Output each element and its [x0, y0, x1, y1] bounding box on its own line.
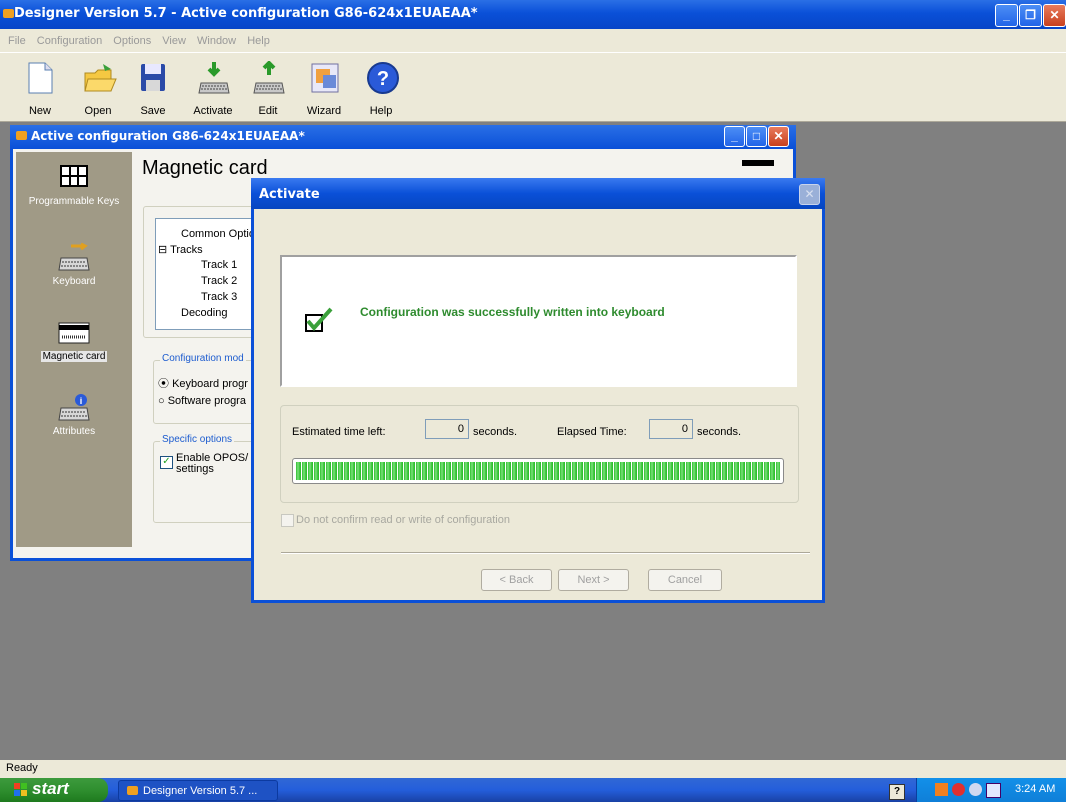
status-bar: Ready [0, 760, 1066, 778]
category-nav: Programmable Keys Keyboard Magnetic card… [16, 152, 132, 547]
estimated-time-label: Estimated time left: [292, 426, 386, 438]
tree-track-1[interactable]: Track 1 [201, 259, 237, 271]
magnetic-card-header-icon [742, 160, 774, 166]
keyboard-download-icon [198, 61, 230, 95]
options-tree[interactable]: Common Optio ⊟ Tracks Track 1 Track 2 Tr… [155, 218, 257, 330]
child-maximize-icon[interactable]: □ [746, 126, 767, 147]
help-question-icon: ? [366, 61, 399, 95]
back-button[interactable]: < Back [481, 569, 552, 591]
configuration-mode-group: Configuration mod ⦿ Keyboard progr ○ Sof… [153, 353, 260, 424]
nav-magnetic-card[interactable]: Magnetic card [16, 317, 132, 362]
restore-icon[interactable]: ❐ [1019, 4, 1042, 27]
floppy-disk-icon [138, 61, 168, 95]
start-button[interactable]: start [0, 778, 108, 802]
menu-configuration[interactable]: Configuration [33, 29, 106, 47]
specific-options-group: Specific options ✓ Enable OPOS/ settings [153, 434, 260, 523]
tree-tracks[interactable]: ⊟ Tracks [158, 243, 203, 256]
clock: 3:24 AM [1015, 783, 1056, 795]
progress-group [280, 405, 799, 503]
elapsed-time-value: 0 [649, 419, 693, 439]
attributes-icon: i [57, 392, 91, 422]
new-button[interactable]: New [20, 61, 60, 117]
progress-bar [292, 458, 784, 484]
open-button[interactable]: Open [78, 61, 118, 117]
success-message: Configuration was successfully written i… [360, 305, 665, 319]
window-title: Designer Version 5.7 - Active configurat… [14, 6, 478, 21]
child-close-icon[interactable]: ✕ [768, 126, 789, 147]
svg-text:?: ? [377, 68, 389, 90]
nav-keyboard[interactable]: Keyboard [16, 242, 132, 287]
tree-track-3[interactable]: Track 3 [201, 291, 237, 303]
tree-decoding[interactable]: Decoding [181, 307, 227, 319]
next-button[interactable]: Next > [558, 569, 629, 591]
dialog-title: Activate [259, 187, 320, 202]
tree-track-2[interactable]: Track 2 [201, 275, 237, 287]
system-tray: 3:24 AM [916, 778, 1066, 802]
do-not-confirm-checkbox[interactable] [281, 514, 294, 527]
help-button[interactable]: ? Help [361, 61, 401, 117]
toolbar: New Open Save Activate Edit Wizard ? Hel… [0, 52, 1066, 122]
open-folder-icon [83, 61, 117, 95]
windows-logo-icon [14, 783, 28, 800]
estimated-time-value: 0 [425, 419, 469, 439]
estimated-seconds-label: seconds. [473, 426, 518, 438]
elapsed-time-label: Elapsed Time: [557, 426, 627, 438]
configuration-title: Active configuration G86-624x1EUAEAA* [16, 129, 305, 143]
menu-file[interactable]: File [0, 29, 30, 47]
programmable-keys-icon [57, 162, 91, 192]
nav-attributes[interactable]: i Attributes [16, 392, 132, 437]
dialog-close-icon[interactable]: ✕ [799, 184, 820, 205]
task-app-icon [127, 786, 138, 798]
main-title-bar[interactable]: Designer Version 5.7 - Active configurat… [0, 0, 1066, 29]
svg-text:i: i [80, 396, 83, 406]
wizard-button[interactable]: Wizard [304, 61, 344, 117]
menu-view[interactable]: View [158, 29, 190, 47]
do-not-confirm-label: Do not confirm read or write of configur… [296, 514, 510, 526]
save-button[interactable]: Save [133, 61, 173, 117]
menu-window[interactable]: Window [193, 29, 240, 47]
configuration-title-bar[interactable]: Active configuration G86-624x1EUAEAA* _ … [10, 125, 796, 149]
status-text: Ready [6, 762, 38, 774]
menu-help[interactable]: Help [243, 29, 274, 47]
nav-programmable-keys[interactable]: Programmable Keys [16, 162, 132, 207]
close-icon[interactable]: ✕ [1043, 4, 1066, 27]
tray-monitor-icon[interactable] [986, 783, 1001, 798]
message-panel: Configuration was successfully written i… [280, 255, 797, 387]
panel-title: Magnetic card [142, 157, 268, 179]
wizard-icon [309, 61, 339, 95]
activate-dialog [251, 178, 825, 603]
tray-network-icon[interactable] [969, 783, 982, 796]
activate-button[interactable]: Activate [193, 61, 233, 117]
success-check-icon [304, 305, 334, 338]
taskbar-task-designer[interactable]: Designer Version 5.7 ... [118, 780, 278, 801]
elapsed-seconds-label: seconds. [697, 426, 742, 438]
progress-bar-fill [296, 462, 780, 480]
new-file-icon [25, 61, 55, 95]
app-icon [3, 9, 14, 21]
keyboard-upload-icon [253, 60, 285, 95]
software-programming-radio[interactable]: ○ Software progra [158, 395, 246, 407]
config-icon [16, 131, 27, 140]
tray-security-icon[interactable] [952, 783, 965, 796]
menu-bar: File Configuration Options View Window H… [0, 29, 1066, 52]
dialog-divider [281, 552, 810, 554]
enable-opos-label: Enable OPOS/ settings [176, 452, 249, 475]
dialog-title-bar[interactable]: Activate ✕ [251, 178, 825, 209]
menu-options[interactable]: Options [109, 29, 155, 47]
tray-app-icon[interactable] [935, 783, 948, 796]
help-tray-icon[interactable]: ? [889, 784, 905, 800]
enable-opos-checkbox[interactable]: ✓ [160, 456, 173, 469]
task-label: Designer Version 5.7 ... [143, 785, 258, 797]
minimize-icon[interactable]: _ [995, 4, 1018, 27]
keyboard-icon [57, 242, 91, 272]
start-label: start [32, 779, 69, 798]
keyboard-programming-radio[interactable]: ⦿ Keyboard progr [158, 375, 248, 391]
child-minimize-icon[interactable]: _ [724, 126, 745, 147]
edit-button[interactable]: Edit [248, 60, 288, 117]
magnetic-card-icon [57, 317, 91, 347]
cancel-button[interactable]: Cancel [648, 569, 722, 591]
tree-common-options[interactable]: Common Optio [181, 228, 255, 240]
